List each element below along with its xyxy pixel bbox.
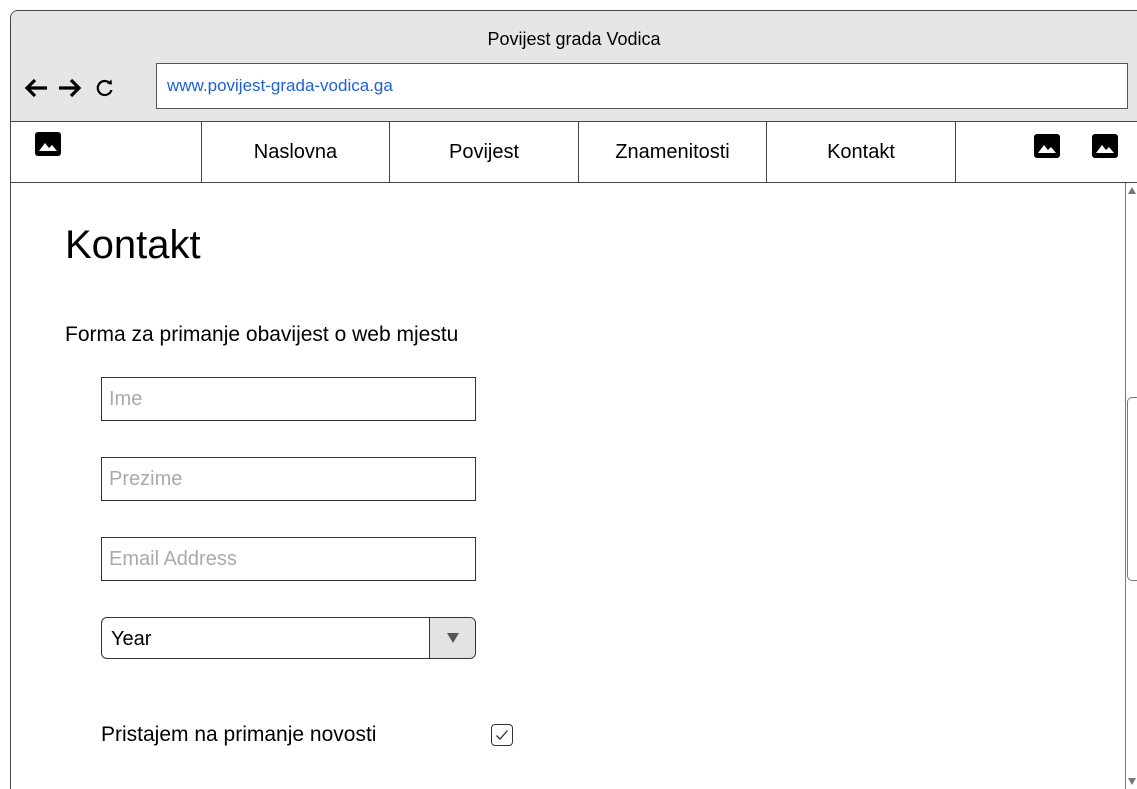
browser-nav-controls xyxy=(23,77,115,99)
nav-item-naslovna[interactable]: Naslovna xyxy=(201,122,389,182)
window-title: Povijest grada Vodica xyxy=(487,29,661,49)
image-icon xyxy=(1034,134,1060,164)
email-field[interactable] xyxy=(101,537,476,581)
browser-titlebar: Povijest grada Vodica www.povijest-grada… xyxy=(11,11,1137,121)
image-icon xyxy=(35,132,61,161)
image-icon xyxy=(1092,134,1118,164)
site-navbar: Naslovna Povijest Znamenitosti Kontakt xyxy=(11,121,1137,183)
year-select[interactable]: Year xyxy=(101,617,476,659)
newsletter-checkbox[interactable] xyxy=(491,724,513,746)
form-description: Forma za primanje obavijest o web mjestu xyxy=(65,323,459,346)
nav-item-kontakt[interactable]: Kontakt xyxy=(766,122,955,182)
arrow-right-icon[interactable] xyxy=(57,77,83,99)
page-title: Kontakt xyxy=(65,223,201,267)
address-bar[interactable]: www.povijest-grada-vodica.ga xyxy=(156,63,1128,109)
scrollbar-thumb[interactable] xyxy=(1127,397,1137,581)
newsletter-label: Pristajem na primanje novosti xyxy=(101,723,377,746)
nav-item-label: Povijest xyxy=(448,140,520,163)
year-select-value: Year xyxy=(111,628,152,650)
arrow-left-icon[interactable] xyxy=(23,77,49,99)
vertical-scrollbar[interactable] xyxy=(1125,183,1137,789)
url-text: www.povijest-grada-vodica.ga xyxy=(167,76,393,95)
scroll-up-icon[interactable] xyxy=(1126,183,1137,197)
nav-item-znamenitosti[interactable]: Znamenitosti xyxy=(578,122,766,182)
nav-item-label: Naslovna xyxy=(253,140,338,163)
browser-window: Povijest grada Vodica www.povijest-grada… xyxy=(10,10,1137,789)
page-content: Kontakt Forma za primanje obavijest o we… xyxy=(11,183,1137,789)
chevron-down-icon[interactable] xyxy=(429,618,475,658)
checkmark-icon xyxy=(496,730,508,740)
nav-item-povijest[interactable]: Povijest xyxy=(389,122,578,182)
first-name-input[interactable] xyxy=(101,377,476,421)
nav-item-label: Kontakt xyxy=(827,140,895,163)
reload-icon[interactable] xyxy=(95,78,115,98)
nav-item-label: Znamenitosti xyxy=(615,140,730,163)
scroll-down-icon[interactable] xyxy=(1126,775,1137,789)
last-name-input[interactable] xyxy=(101,457,476,501)
nav-right-area xyxy=(955,122,1137,182)
